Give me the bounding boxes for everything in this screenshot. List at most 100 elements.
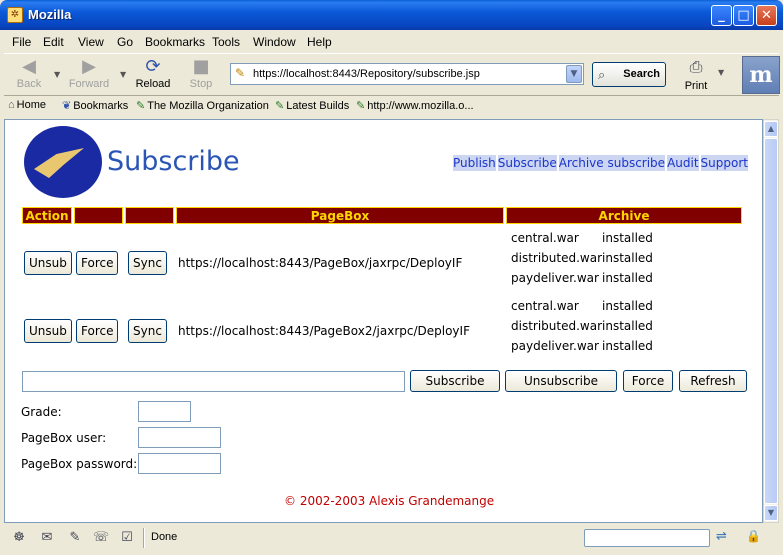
stop-icon: ■ xyxy=(192,56,210,77)
menu-tools[interactable]: Tools xyxy=(212,35,240,49)
personal-toolbar: ⌂ Home ❦ Bookmarks ✎ The Mozilla Organizati… xyxy=(4,97,779,117)
padlock-icon[interactable]: 🔒 xyxy=(746,529,761,543)
back-button[interactable]: ◀ Back xyxy=(4,56,54,94)
archive-name: paydeliver.war xyxy=(511,271,599,285)
irc-chat-icon[interactable]: ☑ xyxy=(118,530,136,546)
stop-button[interactable]: ■ Stop xyxy=(176,56,226,94)
forward-arrow-icon: ▶ xyxy=(82,56,96,77)
refresh-button[interactable]: Refresh xyxy=(679,370,747,392)
scroll-up-icon[interactable]: ▲ xyxy=(764,121,778,137)
menu-file[interactable]: File xyxy=(12,35,31,49)
link-publish[interactable]: Publish xyxy=(453,155,496,171)
pagebox-user-input[interactable] xyxy=(138,427,221,448)
pagebox-password-input[interactable] xyxy=(138,453,221,474)
subscribe-button[interactable]: Subscribe xyxy=(410,370,500,392)
vertical-scrollbar[interactable]: ▲ ▼ xyxy=(763,119,779,523)
forward-label: Forward xyxy=(68,78,110,90)
address-book-icon[interactable]: ☏ xyxy=(92,530,110,546)
archive-item: distributed.warinstalled xyxy=(511,251,653,271)
online-status-icon[interactable]: ⇌ xyxy=(716,529,727,544)
pagebox-url: https://localhost:8443/PageBox2/jaxrpc/D… xyxy=(178,324,470,338)
archive-name: central.war xyxy=(511,231,579,245)
close-button[interactable]: ✕ xyxy=(756,5,777,26)
forward-dropdown-icon[interactable]: ▼ xyxy=(120,70,126,79)
bookmark-latest-builds[interactable]: ✎ Latest Builds xyxy=(275,99,349,112)
minimize-button[interactable]: _ xyxy=(711,5,732,26)
menu-edit[interactable]: Edit xyxy=(43,35,64,49)
archive-status: installed xyxy=(602,339,653,353)
grade-input[interactable] xyxy=(138,401,191,422)
archive-status: installed xyxy=(602,319,653,333)
home-icon: ⌂ xyxy=(8,99,15,111)
scroll-down-icon[interactable]: ▼ xyxy=(764,505,778,521)
archive-item: central.war installed xyxy=(511,299,653,319)
bookmark-home[interactable]: ⌂ Home xyxy=(8,99,46,111)
archive-name: distributed.war xyxy=(511,251,603,265)
bookmark-mozilla-url[interactable]: ✎ http://www.mozilla.o... xyxy=(356,99,474,112)
search-button[interactable]: ⌕ Search xyxy=(592,62,666,87)
navigator-icon[interactable]: ☸ xyxy=(10,530,28,546)
page-content: Subscribe Publish Subscribe Archive subscr… xyxy=(4,119,763,523)
bookmark-icon: ✎ xyxy=(356,100,366,112)
menu-window[interactable]: Window xyxy=(253,35,296,49)
archive-list: central.war installed distributed.warinst… xyxy=(511,299,653,359)
print-button[interactable]: ⎙ Print xyxy=(676,56,716,94)
unsubscribe-button[interactable]: Unsubscribe xyxy=(505,370,617,392)
bookmarks-label: Bookmarks xyxy=(73,100,129,112)
menu-bookmarks[interactable]: Bookmarks xyxy=(145,35,205,49)
archive-name: paydeliver.war xyxy=(511,339,599,353)
subscribe-url-input[interactable] xyxy=(22,371,405,392)
archive-status: installed xyxy=(602,299,653,313)
back-label: Back xyxy=(16,78,42,90)
printer-icon: ⎙ xyxy=(689,57,703,76)
sync-button[interactable]: Sync xyxy=(128,251,167,275)
menu-go[interactable]: Go xyxy=(117,35,133,49)
archive-name: central.war xyxy=(511,299,579,313)
url-input[interactable] xyxy=(253,66,563,82)
pagebox-url: https://localhost:8443/PageBox/jaxrpc/De… xyxy=(178,256,463,270)
back-dropdown-icon[interactable]: ▼ xyxy=(54,70,60,79)
header-blank-2 xyxy=(125,207,174,224)
bookmark-bookmarks[interactable]: ❦ Bookmarks xyxy=(62,99,128,112)
sync-button[interactable]: Sync xyxy=(128,319,167,343)
archive-status: installed xyxy=(602,271,653,285)
header-action: Action xyxy=(22,207,72,224)
url-bar[interactable]: ✎ ▼ xyxy=(230,63,584,85)
link-support[interactable]: Support xyxy=(700,155,748,171)
unsub-button[interactable]: Unsub xyxy=(24,319,72,343)
menu-help[interactable]: Help xyxy=(307,35,332,49)
latest-builds-label: Latest Builds xyxy=(286,100,350,112)
archive-name: distributed.war xyxy=(511,319,603,333)
print-dropdown-icon[interactable]: ▼ xyxy=(718,68,724,77)
forward-button[interactable]: ▶ Forward xyxy=(64,56,114,94)
mail-icon[interactable]: ✉ xyxy=(38,530,56,546)
archive-item: paydeliver.war installed xyxy=(511,339,653,359)
mozilla-logo[interactable]: m xyxy=(742,56,780,94)
bookmark-mozilla-org[interactable]: ✎ The Mozilla Organization xyxy=(136,99,269,112)
scroll-thumb[interactable] xyxy=(764,138,778,504)
menu-view[interactable]: View xyxy=(78,35,104,49)
top-links: Publish Subscribe Archive subscribe Audit Su… xyxy=(453,155,750,171)
force-button[interactable]: Force xyxy=(76,319,119,343)
force-button[interactable]: Force xyxy=(76,251,119,275)
page-title: Subscribe xyxy=(107,146,240,177)
link-subscribe[interactable]: Subscribe xyxy=(497,155,557,171)
navigation-toolbar: ◀ Back ▼ ▶ Forward ▼ ⟳ Reload ■ Stop ✎ ▼… xyxy=(4,53,780,96)
composer-icon[interactable]: ✎ xyxy=(66,530,84,546)
maximize-button[interactable]: □ xyxy=(733,5,754,26)
status-bar: ☸ ✉ ✎ ☏ ☑ Done ⇌ 🔒 xyxy=(4,525,779,551)
url-dropdown-icon[interactable]: ▼ xyxy=(566,65,582,83)
archive-item: distributed.warinstalled xyxy=(511,319,653,339)
bookmarks-icon: ❦ xyxy=(62,100,72,112)
home-label: Home xyxy=(16,99,46,111)
reload-button[interactable]: ⟳ Reload xyxy=(128,56,178,94)
force-all-button[interactable]: Force xyxy=(623,370,673,392)
unsub-button[interactable]: Unsub xyxy=(24,251,72,275)
status-separator xyxy=(143,528,145,548)
title-bar: ✲ Mozilla _ □ ✕ xyxy=(0,0,783,30)
search-icon: ⌕ xyxy=(598,67,606,82)
site-icon: ✎ xyxy=(235,66,246,80)
link-audit[interactable]: Audit xyxy=(667,155,699,171)
reload-icon: ⟳ xyxy=(145,56,161,77)
link-archive-subscribe[interactable]: Archive subscribe xyxy=(558,155,666,171)
